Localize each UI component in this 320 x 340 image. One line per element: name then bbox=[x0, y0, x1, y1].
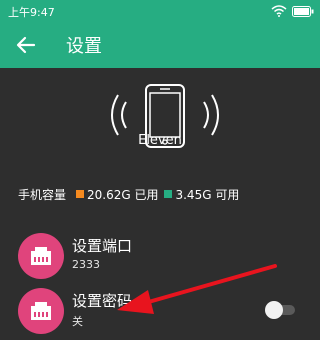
wifi-icon bbox=[271, 5, 287, 17]
page-title: 设置 bbox=[66, 36, 102, 57]
free-color-swatch bbox=[164, 190, 173, 198]
toggle-knob bbox=[265, 301, 283, 319]
status-time: 上午9:47 bbox=[8, 6, 55, 19]
password-label: 设置密码 bbox=[72, 292, 133, 310]
port-value: 2333 bbox=[72, 258, 100, 271]
password-value: 关 bbox=[72, 315, 83, 328]
setting-row-port[interactable]: 设置端口 2333 bbox=[0, 233, 320, 281]
storage-used: 20.62G 已用 bbox=[76, 186, 158, 203]
status-bar: 上午9:47 bbox=[0, 0, 320, 22]
used-color-swatch bbox=[76, 190, 85, 198]
password-avatar bbox=[18, 288, 64, 334]
storage-used-text: 20.62G 已用 bbox=[87, 187, 159, 202]
ethernet-port-icon bbox=[31, 302, 51, 320]
storage-free: 3.45G 可用 bbox=[164, 186, 239, 203]
status-icons bbox=[271, 3, 314, 19]
back-arrow-icon[interactable] bbox=[14, 33, 38, 57]
toolbar: 设置 bbox=[0, 22, 320, 68]
password-toggle[interactable] bbox=[265, 301, 297, 319]
battery-icon bbox=[292, 5, 314, 17]
port-avatar bbox=[18, 233, 64, 279]
storage-free-text: 3.45G 可用 bbox=[175, 187, 240, 202]
port-label: 设置端口 bbox=[72, 237, 133, 255]
settings-content: Eleven 手机容量 20.62G 已用 3.45G 可用 设置端口 2333 bbox=[0, 68, 320, 340]
storage-label: 手机容量 bbox=[18, 187, 67, 202]
setting-row-password[interactable]: 设置密码 关 bbox=[0, 288, 320, 336]
ethernet-port-icon bbox=[31, 247, 51, 265]
device-name: Eleven bbox=[138, 133, 182, 148]
storage-info: 手机容量 20.62G 已用 3.45G 可用 bbox=[18, 186, 245, 202]
